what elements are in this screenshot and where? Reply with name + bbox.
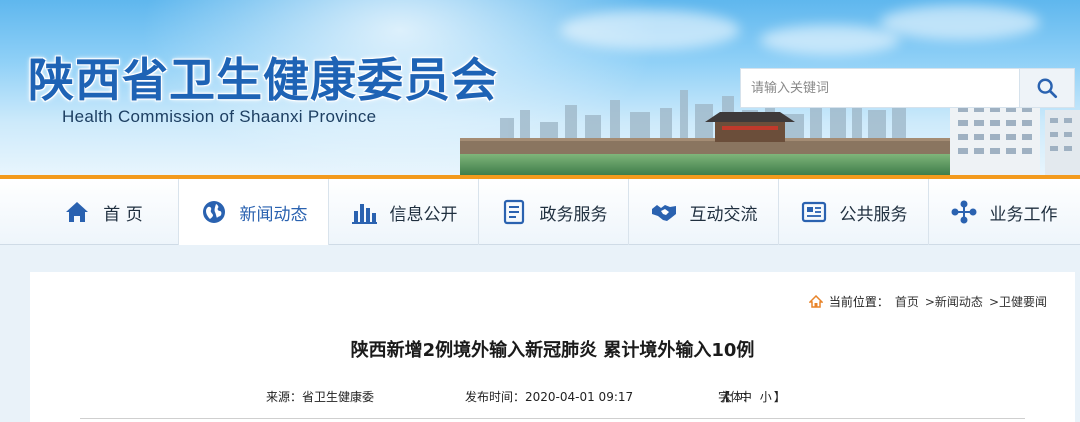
font-size-control: 字体： 【 大 中 小 】 [718, 388, 786, 405]
bracket-open: 【 [718, 390, 731, 404]
article-title: 陕西新增2例境外输入新冠肺炎 累计境外输入10例 [350, 340, 755, 361]
search-input[interactable] [741, 69, 1021, 107]
cloud [880, 5, 1040, 40]
news-card-icon [801, 201, 826, 223]
breadcrumb-current[interactable]: >卫健要闻 [989, 293, 1047, 310]
nav-item-info[interactable]: 信息公开 [328, 179, 478, 245]
document-icon [503, 199, 524, 225]
search-icon [1037, 78, 1058, 99]
handshake-icon [651, 205, 676, 221]
article-source: 来源：省卫生健康委 [266, 390, 375, 404]
nav-item-label: 政务服务 [539, 204, 608, 225]
home-location-icon [808, 295, 823, 308]
nav-item-home[interactable]: 首 页 [28, 179, 178, 245]
nav-item-news[interactable]: 新闻动态 [178, 179, 328, 245]
nav-item-label: 业务工作 [989, 204, 1058, 225]
breadcrumb-home[interactable]: 首页 [895, 293, 919, 310]
divider [80, 418, 1025, 419]
network-icon [951, 200, 976, 224]
search-box [740, 68, 1075, 108]
site-title: 陕西省卫生健康委员会 [28, 53, 498, 107]
nav-item-business[interactable]: 业务工作 [928, 179, 1078, 245]
nav-item-label: 新闻动态 [239, 204, 308, 225]
cloud [560, 10, 740, 50]
breadcrumb-news[interactable]: >新闻动态 [925, 293, 983, 310]
nav-item-label: 信息公开 [389, 204, 458, 225]
nav-item-label: 首 页 [103, 204, 143, 225]
main-nav: 首 页 新闻动态 信息公开 政务服务 互动交流 公共服务 业务工作 [0, 179, 1080, 245]
breadcrumb: 当前位置： 首页 >新闻动态 >卫健要闻 [808, 293, 1047, 310]
bar-chart-icon [351, 204, 377, 224]
nav-item-services[interactable]: 政务服务 [478, 179, 628, 245]
globe-icon [202, 201, 225, 223]
article-publish-time: 发布时间：2020-04-01 09:17 [465, 390, 634, 404]
nav-item-label: 互动交流 [689, 204, 758, 225]
nav-item-interaction[interactable]: 互动交流 [628, 179, 778, 245]
nav-item-public-services[interactable]: 公共服务 [778, 179, 928, 245]
header-banner: 陕西省卫生健康委员会 Health Commission of Shaanxi … [0, 0, 1080, 175]
breadcrumb-prefix: 当前位置： [828, 295, 889, 309]
nav-item-label: 公共服务 [839, 204, 908, 225]
site-subtitle-en: Health Commission of Shaanxi Province [62, 107, 377, 126]
search-button[interactable] [1019, 69, 1074, 107]
font-size-small-button[interactable]: 小 [760, 390, 772, 404]
article-card: 当前位置： 首页 >新闻动态 >卫健要闻 陕西新增2例境外输入新冠肺炎 累计境外… [30, 272, 1075, 422]
home-icon [66, 202, 89, 222]
bracket-close: 】 [773, 390, 786, 404]
cloud [760, 25, 900, 55]
